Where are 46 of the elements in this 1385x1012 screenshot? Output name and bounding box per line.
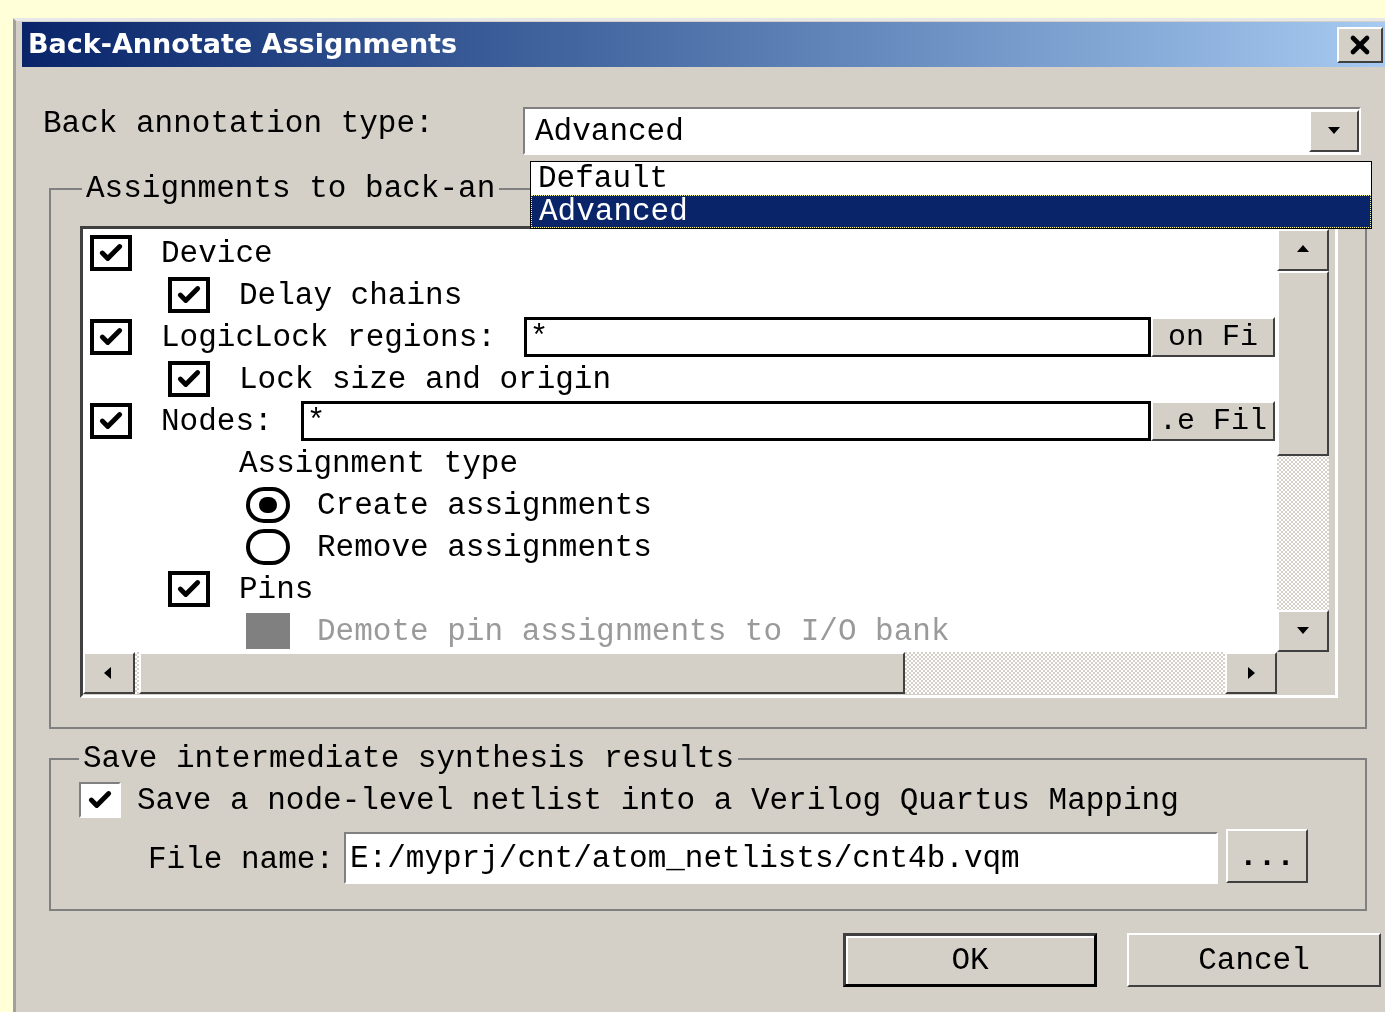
group-title: Save intermediate synthesis results xyxy=(82,743,736,774)
dialog-button[interactable]: Cancel xyxy=(1127,933,1381,987)
option-label: Nodes: xyxy=(161,405,273,437)
option-label: Delay chains xyxy=(239,279,463,311)
browse-button[interactable]: ... xyxy=(1226,829,1308,883)
field-label: File name: xyxy=(148,844,336,875)
scroll-button[interactable] xyxy=(1277,610,1329,652)
checkbox[interactable] xyxy=(168,277,210,313)
scroll-button[interactable] xyxy=(1277,229,1329,271)
scroll-thumb[interactable] xyxy=(139,652,905,694)
option-label: Pins xyxy=(239,573,314,605)
option-label: Remove assignments xyxy=(317,531,652,563)
checkbox[interactable] xyxy=(79,782,121,818)
option-label: Save a node-level netlist into a Verilog Quartus Mapping xyxy=(137,784,1179,816)
group-title: Assignments to back-an xyxy=(85,173,497,204)
radio-button[interactable] xyxy=(246,529,290,565)
window-title: Back-Annotate Assignments xyxy=(28,27,458,62)
option-label: Demote pin assignments to I/O bank xyxy=(317,615,950,647)
dropdown-option[interactable]: Advanced xyxy=(531,195,1371,228)
vertical-scrollbar[interactable] xyxy=(1277,229,1329,652)
option-label: Create assignments xyxy=(317,489,652,521)
text-field[interactable]: * xyxy=(300,401,1151,441)
dropdown-button[interactable] xyxy=(1309,110,1359,152)
checkbox[interactable] xyxy=(168,571,210,607)
option-label: Lock size and origin xyxy=(239,363,612,395)
file-button[interactable]: .e Fil xyxy=(1151,401,1275,441)
file-name-field[interactable]: E:/myprj/cnt/atom_netlists/cnt4b.vqm xyxy=(344,832,1218,884)
checkbox[interactable] xyxy=(168,361,210,397)
scroll-button[interactable] xyxy=(83,652,135,694)
file-button[interactable]: on Fi xyxy=(1151,317,1275,357)
section-label: Assignment type xyxy=(239,447,519,479)
text-field[interactable]: * xyxy=(523,317,1151,357)
close-button[interactable] xyxy=(1337,26,1383,63)
option-label: LogicLock regions: xyxy=(161,321,496,353)
type-dropdown[interactable]: Advanced xyxy=(523,107,1361,155)
checkbox[interactable] xyxy=(90,403,132,439)
checkbox[interactable] xyxy=(90,235,132,271)
field-label: Back annotation type: xyxy=(43,107,435,139)
horizontal-scrollbar[interactable] xyxy=(83,652,1277,694)
radio-button[interactable] xyxy=(246,487,290,523)
dropdown-option[interactable]: Default xyxy=(531,162,1371,195)
checkbox[interactable] xyxy=(90,319,132,355)
dialog-button[interactable]: OK xyxy=(843,933,1097,987)
scroll-thumb[interactable] xyxy=(1277,271,1329,456)
scroll-button[interactable] xyxy=(1225,652,1277,694)
option-label: Device xyxy=(161,237,273,269)
